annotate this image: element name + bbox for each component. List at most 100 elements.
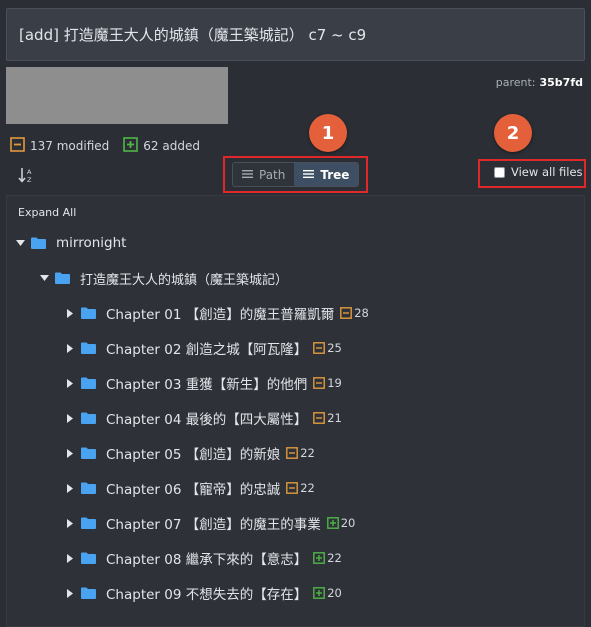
change-count-badge: 20 — [326, 516, 356, 530]
root-folder-name: mirronight — [56, 235, 127, 251]
change-count: 22 — [327, 551, 342, 565]
chapter-name: Chapter 02 創造之城【阿瓦隆】 — [106, 342, 308, 358]
caret-down-icon — [39, 273, 49, 283]
path-view-label: Path — [259, 167, 286, 182]
tree-folder-chapter[interactable]: Chapter 02 創造之城【阿瓦隆】 25 — [65, 337, 342, 359]
view-all-files-toggle[interactable]: View all files — [494, 165, 583, 179]
folder-icon — [81, 587, 96, 599]
chapter-name: Chapter 06 【寵帝】的忠誠 — [106, 482, 281, 498]
tree-folder-chapter[interactable]: Chapter 06 【寵帝】的忠誠 22 — [65, 477, 315, 499]
list-lines-icon — [242, 168, 253, 182]
caret-right-icon — [65, 448, 75, 458]
modified-square-icon — [313, 377, 327, 389]
caret-right-icon — [65, 378, 75, 388]
chapter-name: Chapter 03 重獲【新生】的他們 — [106, 377, 308, 393]
change-count-badge: 19 — [313, 376, 342, 390]
folder-icon — [55, 272, 70, 284]
added-stat: 62 added — [123, 137, 200, 155]
change-count-badge: 20 — [313, 586, 342, 600]
expand-all-button[interactable]: Expand All — [18, 206, 76, 219]
change-count: 21 — [327, 411, 342, 425]
tree-folder-chapter[interactable]: Chapter 09 不想失去的【存在】 20 — [65, 582, 342, 604]
modified-square-icon — [340, 307, 354, 319]
caret-right-icon — [65, 308, 75, 318]
commit-view: [add] 打造魔王大人的城鎮（魔王築城記） c7 ~ c9 parent: 35… — [0, 0, 591, 627]
caret-right-icon — [65, 553, 75, 563]
modified-square-icon — [313, 412, 327, 424]
modified-square-icon — [286, 447, 300, 459]
change-count-badge: 22 — [313, 551, 342, 565]
change-stats: 137 modified 62 added — [10, 137, 214, 155]
tree-folder-chapter[interactable]: Chapter 01 【創造】的魔王普羅凱爾 28 — [65, 302, 369, 324]
svg-text:Z: Z — [27, 176, 32, 184]
chapter-name: Chapter 01 【創造】的魔王普羅凱爾 — [106, 307, 335, 323]
tree-folder-chapter[interactable]: Chapter 04 最後的【四大屬性】 21 — [65, 407, 342, 429]
redacted-image — [6, 67, 228, 124]
folder-icon — [81, 447, 96, 459]
folder-icon — [81, 342, 96, 354]
tree-folder-chapter[interactable]: Chapter 07 【創造】的魔王的事業 20 — [65, 512, 355, 534]
added-square-icon — [123, 137, 139, 155]
change-count: 19 — [327, 376, 342, 390]
change-count: 22 — [300, 446, 315, 460]
change-count: 20 — [327, 586, 342, 600]
added-square-icon — [313, 587, 327, 599]
change-count: 20 — [340, 516, 356, 530]
parent-commit: parent: 35b7fd — [496, 76, 583, 89]
tree-folder-root[interactable]: mirronight — [15, 232, 126, 254]
caret-right-icon — [65, 588, 75, 598]
chapter-name: Chapter 09 不想失去的【存在】 — [106, 587, 308, 603]
view-mode-toggle: Path Tree — [232, 162, 360, 187]
caret-right-icon — [65, 343, 75, 353]
folder-icon — [81, 377, 96, 389]
folder-icon — [81, 307, 96, 319]
svg-text:A: A — [27, 168, 32, 176]
folder-icon — [81, 482, 96, 494]
view-all-checkbox[interactable] — [494, 166, 505, 178]
change-count-badge: 22 — [286, 446, 315, 460]
tree-folder-chapter[interactable]: Chapter 05 【創造】的新娘 22 — [65, 442, 315, 464]
change-count: 28 — [354, 306, 369, 320]
added-count: 62 added — [143, 139, 200, 153]
tree-folder-chapter[interactable]: Chapter 08 繼承下來的【意志】 22 — [65, 547, 342, 569]
modified-square-icon — [313, 342, 327, 354]
change-count: 25 — [327, 341, 342, 355]
annotation-marker-2: 2 — [494, 114, 532, 152]
caret-right-icon — [65, 518, 75, 528]
sort-az-icon[interactable]: A Z — [18, 166, 34, 184]
view-all-label: View all files — [511, 165, 583, 179]
subfolder-name: 打造魔王大人的城鎮（魔王築城記） — [80, 272, 289, 288]
caret-down-icon — [15, 238, 25, 248]
chapter-name: Chapter 05 【創造】的新娘 — [106, 447, 281, 463]
parent-hash-link[interactable]: 35b7fd — [540, 76, 584, 89]
change-count-badge: 28 — [340, 306, 369, 320]
change-count-badge: 25 — [313, 341, 342, 355]
change-count-badge: 22 — [286, 481, 315, 495]
folder-icon — [31, 237, 46, 249]
chapter-name: Chapter 07 【創造】的魔王的事業 — [106, 517, 321, 533]
folder-icon — [81, 412, 96, 424]
change-count: 22 — [300, 481, 315, 495]
file-tree-panel: Expand All mirronight 打造魔王大人的城鎮（魔王築城記） C… — [6, 195, 585, 627]
annotation-marker-1: 1 — [309, 114, 347, 152]
tree-folder-subfolder[interactable]: 打造魔王大人的城鎮（魔王築城記） — [39, 267, 288, 289]
list-lines-icon — [303, 168, 315, 182]
parent-label: parent: — [495, 76, 536, 89]
modified-square-icon — [10, 137, 25, 155]
modified-count: 137 modified — [30, 139, 110, 153]
folder-icon — [81, 552, 96, 564]
modified-stat: 137 modified — [10, 137, 109, 155]
chapter-name: Chapter 08 繼承下來的【意志】 — [106, 552, 308, 568]
chapter-name: Chapter 04 最後的【四大屬性】 — [106, 412, 308, 428]
path-view-button[interactable]: Path — [233, 163, 295, 186]
added-square-icon — [313, 552, 327, 564]
folder-icon — [81, 517, 96, 529]
commit-title: [add] 打造魔王大人的城鎮（魔王築城記） c7 ~ c9 — [6, 8, 585, 61]
tree-view-label: Tree — [320, 167, 350, 182]
caret-right-icon — [65, 483, 75, 493]
added-square-icon — [326, 517, 341, 529]
caret-right-icon — [65, 413, 75, 423]
modified-square-icon — [286, 482, 300, 494]
tree-folder-chapter[interactable]: Chapter 03 重獲【新生】的他們 19 — [65, 372, 342, 394]
tree-view-button[interactable]: Tree — [294, 163, 359, 186]
